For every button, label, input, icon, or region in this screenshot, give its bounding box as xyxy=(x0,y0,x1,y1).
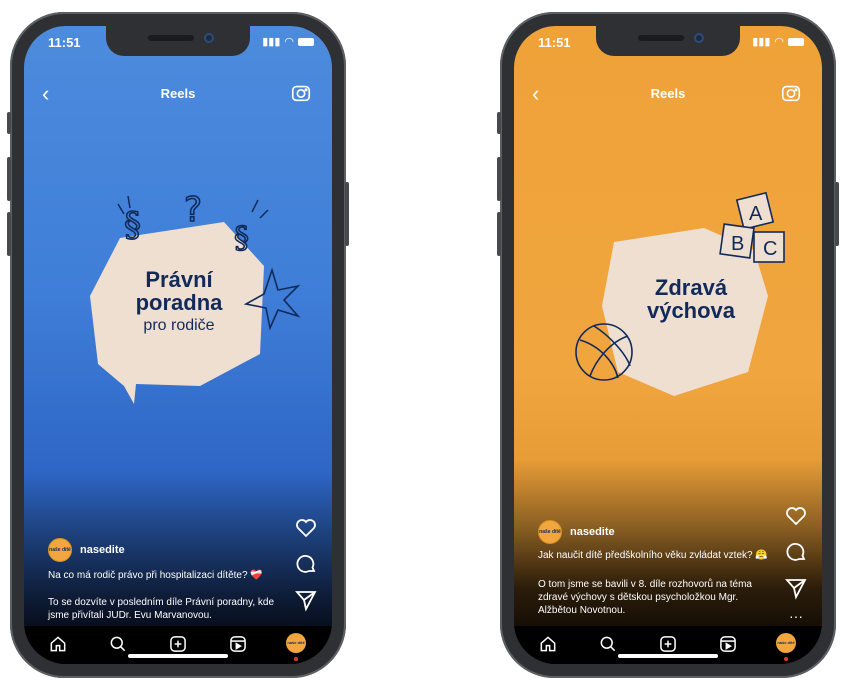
home-icon[interactable] xyxy=(48,634,68,654)
post-description: O tom jsme se bavili v 8. díle rozhovorů… xyxy=(538,579,752,616)
block-c: C xyxy=(763,238,777,260)
wifi-icon: ◠ xyxy=(284,36,294,48)
card-line-1: Zdravá xyxy=(654,275,728,300)
battery-icon xyxy=(788,37,804,46)
reel-screen: 11:51 ▮▮▮ ◠ ‹ Reels § ? § Právní poradna… xyxy=(24,26,332,664)
section-sign-icon: § xyxy=(124,205,141,245)
post-author[interactable]: naše dítě nasedite xyxy=(48,538,125,562)
status-time: 11:51 xyxy=(538,35,571,50)
profile-avatar[interactable]: naše dítě xyxy=(286,633,306,653)
notification-dot xyxy=(784,657,788,661)
reel-artwork: § ? § Právní poradna pro rodiče xyxy=(84,186,304,416)
signal-icon: ▮▮▮ xyxy=(752,36,771,48)
create-icon[interactable] xyxy=(168,634,188,654)
bottom-nav: naše dítě xyxy=(514,626,822,664)
post-description: To se dozvíte v posledním díle Právní po… xyxy=(48,597,275,621)
post-caption: Na co má rodič právo při hospitalizaci d… xyxy=(48,570,263,581)
section-sign-icon-2: § xyxy=(234,221,249,256)
avatar[interactable]: naše dítě xyxy=(538,520,562,544)
phone-right: 11:51 ▮▮▮ ◠ ‹ Reels A B C Zdravá výchova… xyxy=(497,12,839,678)
avatar[interactable]: naše dítě xyxy=(48,538,72,562)
status-icons: ▮▮▮ ◠ xyxy=(262,35,314,48)
create-icon[interactable] xyxy=(658,634,678,654)
username[interactable]: nasedite xyxy=(80,544,125,556)
card-line-2: poradna xyxy=(135,290,223,316)
bottom-nav: naše dítě xyxy=(24,626,332,664)
profile-avatar[interactable]: naše dítě xyxy=(776,633,796,653)
card-line-1: Právní xyxy=(145,267,213,292)
reels-icon[interactable] xyxy=(718,634,738,654)
wifi-icon: ◠ xyxy=(774,36,784,48)
post-author[interactable]: naše dítě nasedite xyxy=(538,520,615,544)
home-icon[interactable] xyxy=(538,634,558,654)
share-icon[interactable] xyxy=(294,588,318,612)
post-caption: Jak naučit dítě předškolního věku zvláda… xyxy=(538,550,768,561)
home-indicator xyxy=(128,654,228,658)
share-icon[interactable] xyxy=(784,576,808,600)
phone-left: 11:51 ▮▮▮ ◠ ‹ Reels § ? § Právní poradna… xyxy=(7,12,349,678)
question-icon: ? xyxy=(184,190,202,230)
camera-icon[interactable] xyxy=(290,82,312,104)
page-title: Reels xyxy=(650,86,686,101)
battery-icon xyxy=(298,37,314,46)
status-time: 11:51 xyxy=(48,35,81,50)
camera-icon[interactable] xyxy=(780,82,802,104)
home-indicator xyxy=(618,654,718,658)
heart-icon[interactable] xyxy=(294,516,318,540)
reel-artwork: A B C Zdravá výchova xyxy=(574,176,814,426)
block-a: A xyxy=(749,203,763,225)
card-line-3: pro rodiče xyxy=(143,317,215,335)
search-icon[interactable] xyxy=(598,634,618,654)
reel-screen: 11:51 ▮▮▮ ◠ ‹ Reels A B C Zdravá výchova… xyxy=(514,26,822,664)
notification-dot xyxy=(294,657,298,661)
block-b: B xyxy=(731,233,744,255)
status-icons: ▮▮▮ ◠ xyxy=(752,35,804,48)
heart-icon[interactable] xyxy=(784,504,808,528)
username[interactable]: nasedite xyxy=(570,526,615,538)
signal-icon: ▮▮▮ xyxy=(262,36,281,48)
search-icon[interactable] xyxy=(108,634,128,654)
card-line-2: výchova xyxy=(646,298,736,324)
page-title: Reels xyxy=(160,86,196,101)
reels-icon[interactable] xyxy=(228,634,248,654)
